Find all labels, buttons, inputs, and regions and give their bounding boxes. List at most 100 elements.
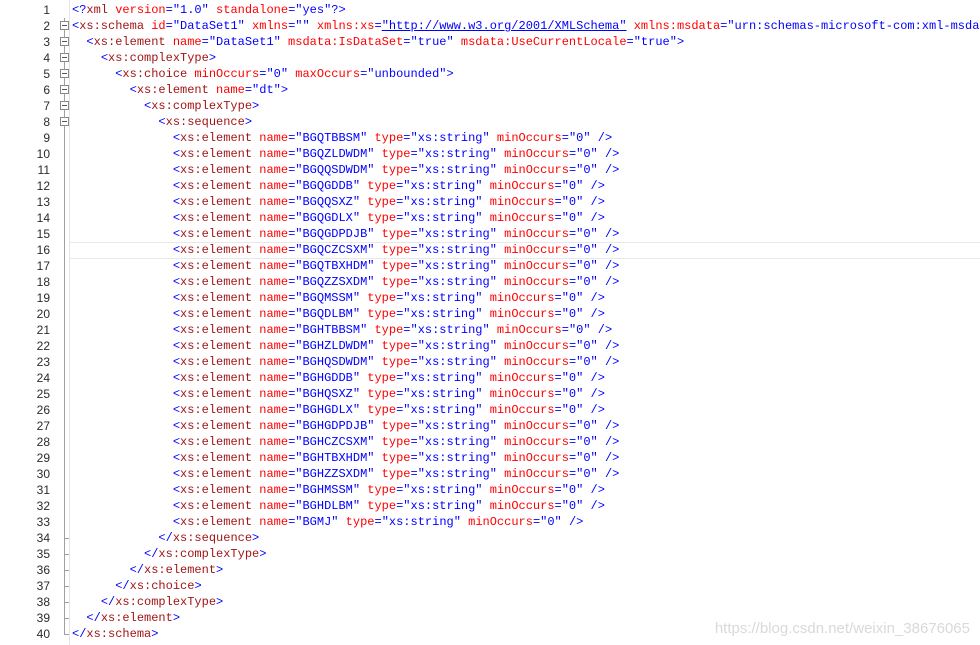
code-text[interactable]: <xs:element name="BGHGDPDJB" type="xs:st… — [72, 418, 620, 434]
code-text[interactable]: <xs:element name="BGHGDLX" type="xs:stri… — [72, 402, 605, 418]
code-line[interactable]: 28 <xs:element name="BGHCZCSXM" type="xs… — [0, 434, 980, 450]
code-line[interactable]: 10 <xs:element name="BGQZLDWDM" type="xs… — [0, 146, 980, 162]
code-text[interactable]: <xs:schema id="DataSet1" xmlns="" xmlns:… — [72, 18, 980, 34]
line-number: 24 — [36, 371, 50, 385]
line-number: 17 — [36, 259, 50, 273]
code-text[interactable]: <?xml version="1.0" standalone="yes"?> — [72, 2, 346, 18]
code-text[interactable]: </xs:schema> — [72, 626, 158, 642]
code-text[interactable]: <xs:element name="BGHQSDWDM" type="xs:st… — [72, 354, 620, 370]
code-line[interactable]: 25 <xs:element name="BGHQSXZ" type="xs:s… — [0, 386, 980, 402]
code-line[interactable]: 31 <xs:element name="BGHMSSM" type="xs:s… — [0, 482, 980, 498]
code-text[interactable]: <xs:element name="BGHDLBM" type="xs:stri… — [72, 498, 605, 514]
fold-collapse-icon[interactable] — [59, 114, 71, 130]
code-line[interactable]: 3 <xs:element name="DataSet1" msdata:IsD… — [0, 34, 980, 50]
code-text[interactable]: <xs:choice minOccurs="0" maxOccurs="unbo… — [72, 66, 453, 82]
code-line[interactable]: 5 <xs:choice minOccurs="0" maxOccurs="un… — [0, 66, 980, 82]
line-number: 11 — [37, 163, 50, 177]
code-line[interactable]: 17 <xs:element name="BGQTBXHDM" type="xs… — [0, 258, 980, 274]
code-line[interactable]: 35 </xs:complexType> — [0, 546, 980, 562]
code-line[interactable]: 36 </xs:element> — [0, 562, 980, 578]
fold-guide-line — [59, 514, 71, 530]
line-number: 35 — [36, 547, 50, 561]
line-number: 28 — [36, 435, 50, 449]
code-line[interactable]: 13 <xs:element name="BGQQSXZ" type="xs:s… — [0, 194, 980, 210]
fold-collapse-icon[interactable] — [59, 50, 71, 66]
code-line[interactable]: 19 <xs:element name="BGQMSSM" type="xs:s… — [0, 290, 980, 306]
code-text[interactable]: <xs:element name="BGQGDLX" type="xs:stri… — [72, 210, 605, 226]
code-line[interactable]: 15 <xs:element name="BGQGDPDJB" type="xs… — [0, 226, 980, 242]
code-text[interactable]: <xs:element name="BGQTBXHDM" type="xs:st… — [72, 258, 620, 274]
code-line[interactable]: 18 <xs:element name="BGQZZSXDM" type="xs… — [0, 274, 980, 290]
code-text[interactable]: </xs:element> — [72, 562, 224, 578]
fold-end-marker — [59, 578, 71, 594]
code-line[interactable]: 4 <xs:complexType> — [0, 50, 980, 66]
code-line[interactable]: 32 <xs:element name="BGHDLBM" type="xs:s… — [0, 498, 980, 514]
xml-editor[interactable]: 1 <?xml version="1.0" standalone="yes"?> 2… — [0, 0, 980, 645]
code-line[interactable]: 1 <?xml version="1.0" standalone="yes"?> — [0, 2, 980, 18]
fold-collapse-icon[interactable] — [59, 82, 71, 98]
code-text[interactable]: <xs:element name="BGQTBBSM" type="xs:str… — [72, 130, 612, 146]
fold-collapse-icon[interactable] — [59, 66, 71, 82]
code-text[interactable]: <xs:element name="BGMJ" type="xs:string"… — [72, 514, 584, 530]
code-line[interactable]: 12 <xs:element name="BGQGDDB" type="xs:s… — [0, 178, 980, 194]
code-text[interactable]: <xs:element name="BGQGDDB" type="xs:stri… — [72, 178, 605, 194]
code-line[interactable]: 34 </xs:sequence> — [0, 530, 980, 546]
code-text[interactable]: <xs:element name="BGQZZSXDM" type="xs:st… — [72, 274, 620, 290]
code-line[interactable]: 11 <xs:element name="BGQQSDWDM" type="xs… — [0, 162, 980, 178]
code-text[interactable]: </xs:complexType> — [72, 594, 223, 610]
code-text[interactable]: <xs:element name="BGQZLDWDM" type="xs:st… — [72, 146, 620, 162]
fold-end-marker — [59, 546, 71, 562]
code-line[interactable]: 2 <xs:schema id="DataSet1" xmlns="" xmlns… — [0, 18, 980, 34]
code-text[interactable]: <xs:element name="dt"> — [72, 82, 288, 98]
code-text[interactable]: </xs:element> — [72, 610, 180, 626]
code-text[interactable]: <xs:element name="BGQGDPDJB" type="xs:st… — [72, 226, 620, 242]
code-line[interactable]: 24 <xs:element name="BGHGDDB" type="xs:s… — [0, 370, 980, 386]
code-line[interactable]: 14 <xs:element name="BGQGDLX" type="xs:s… — [0, 210, 980, 226]
code-line[interactable]: 16 <xs:element name="BGQCZCSXM" type="xs… — [0, 242, 980, 259]
code-line[interactable]: 9 <xs:element name="BGQTBBSM" type="xs:s… — [0, 130, 980, 146]
code-text[interactable]: <xs:element name="BGQQSXZ" type="xs:stri… — [72, 194, 605, 210]
code-line[interactable]: 29 <xs:element name="BGHTBXHDM" type="xs… — [0, 450, 980, 466]
code-line[interactable]: 26 <xs:element name="BGHGDLX" type="xs:s… — [0, 402, 980, 418]
fold-guide-line — [59, 354, 71, 370]
code-line[interactable]: 37 </xs:choice> — [0, 578, 980, 594]
code-text[interactable]: <xs:element name="BGQQSDWDM" type="xs:st… — [72, 162, 620, 178]
code-text[interactable]: </xs:choice> — [72, 578, 201, 594]
code-text[interactable]: </xs:complexType> — [72, 546, 266, 562]
code-line[interactable]: 8 <xs:sequence> — [0, 114, 980, 130]
code-line[interactable]: 7 <xs:complexType> — [0, 98, 980, 114]
line-number: 32 — [36, 499, 50, 513]
code-text[interactable]: <xs:element name="BGHZZSXDM" type="xs:st… — [72, 466, 620, 482]
code-line[interactable]: 23 <xs:element name="BGHQSDWDM" type="xs… — [0, 354, 980, 370]
code-line[interactable]: 33 <xs:element name="BGMJ" type="xs:stri… — [0, 514, 980, 530]
code-lines[interactable]: 1 <?xml version="1.0" standalone="yes"?> 2… — [0, 2, 980, 642]
fold-collapse-icon[interactable] — [59, 98, 71, 114]
code-line[interactable]: 20 <xs:element name="BGQDLBM" type="xs:s… — [0, 306, 980, 322]
line-number: 22 — [36, 339, 50, 353]
code-text[interactable]: <xs:complexType> — [72, 50, 216, 66]
code-text[interactable]: <xs:element name="BGHTBBSM" type="xs:str… — [72, 322, 612, 338]
code-text[interactable]: <xs:sequence> — [72, 114, 252, 130]
code-text[interactable]: <xs:element name="DataSet1" msdata:IsDat… — [72, 34, 684, 50]
code-line[interactable]: 22 <xs:element name="BGHZLDWDM" type="xs… — [0, 338, 980, 354]
code-text[interactable]: </xs:sequence> — [72, 530, 259, 546]
code-text[interactable]: <xs:element name="BGHCZCSXM" type="xs:st… — [72, 434, 620, 450]
code-text[interactable]: <xs:element name="BGHQSXZ" type="xs:stri… — [72, 386, 605, 402]
code-text[interactable]: <xs:element name="BGHTBXHDM" type="xs:st… — [72, 450, 620, 466]
line-number: 14 — [36, 211, 50, 225]
code-text[interactable]: <xs:element name="BGQCZCSXM" type="xs:st… — [72, 242, 620, 258]
code-line[interactable]: 30 <xs:element name="BGHZZSXDM" type="xs… — [0, 466, 980, 482]
code-line[interactable]: 27 <xs:element name="BGHGDPDJB" type="xs… — [0, 418, 980, 434]
code-text[interactable]: <xs:element name="BGHGDDB" type="xs:stri… — [72, 370, 605, 386]
code-text[interactable]: <xs:element name="BGQDLBM" type="xs:stri… — [72, 306, 605, 322]
code-text[interactable]: <xs:complexType> — [72, 98, 259, 114]
code-line[interactable]: 6 <xs:element name="dt"> — [0, 82, 980, 98]
code-line[interactable]: 38 </xs:complexType> — [0, 594, 980, 610]
fold-collapse-icon[interactable] — [59, 34, 71, 50]
code-text[interactable]: <xs:element name="BGHZLDWDM" type="xs:st… — [72, 338, 620, 354]
code-line[interactable]: 21 <xs:element name="BGHTBBSM" type="xs:… — [0, 322, 980, 338]
fold-collapse-icon[interactable] — [59, 18, 71, 34]
line-number: 8 — [43, 115, 50, 129]
code-text[interactable]: <xs:element name="BGQMSSM" type="xs:stri… — [72, 290, 605, 306]
code-text[interactable]: <xs:element name="BGHMSSM" type="xs:stri… — [72, 482, 605, 498]
